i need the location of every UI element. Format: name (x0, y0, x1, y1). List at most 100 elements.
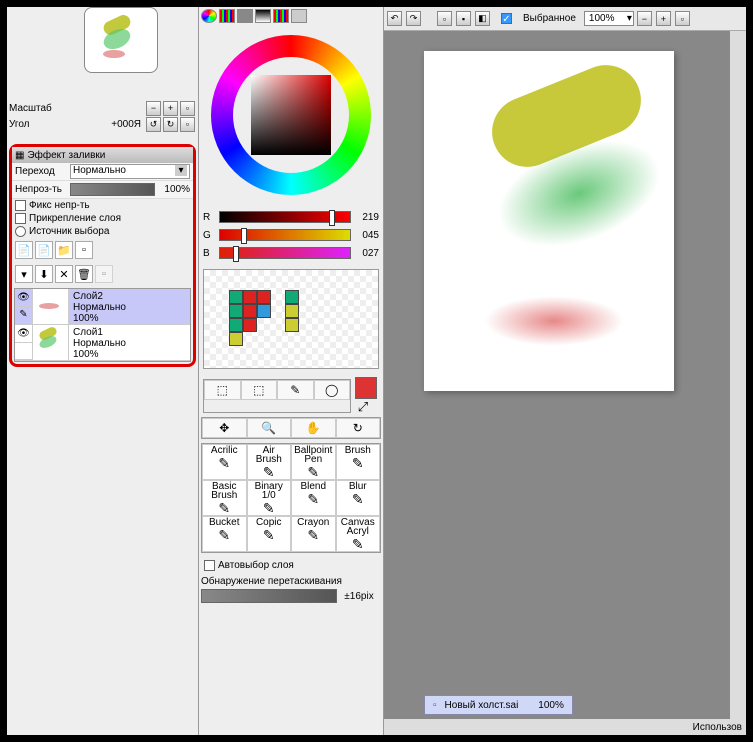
swatch[interactable] (243, 304, 257, 318)
deselect-btn[interactable]: ▫ (437, 11, 452, 26)
selected-label: Выбранное (523, 13, 576, 24)
selection-tool[interactable]: ⬚ (241, 380, 278, 400)
brush-preset[interactable]: Crayon✎ (291, 516, 336, 552)
swatch[interactable] (285, 290, 299, 304)
brush-preset[interactable]: Binary 1/0✎ (247, 480, 292, 516)
swatch[interactable] (243, 318, 257, 332)
new-layer-btn[interactable]: 📄 (15, 241, 33, 259)
swap-colors-icon[interactable]: ⤢ (355, 399, 371, 415)
navigator-thumbnail[interactable] (84, 7, 158, 73)
selection-tool[interactable]: ⬚ (204, 380, 241, 400)
swatch[interactable] (229, 304, 243, 318)
zoom-in-btn[interactable]: + (163, 101, 178, 116)
invert-sel-btn[interactable]: ▪ (456, 11, 471, 26)
swatch-mode-icon[interactable] (273, 9, 289, 23)
brush-preset[interactable]: Basic Brush✎ (202, 480, 247, 516)
visibility-icon[interactable]: 👁 (15, 325, 32, 343)
swatch[interactable] (271, 304, 285, 318)
g-slider[interactable] (219, 229, 351, 241)
merge-down-btn[interactable]: ⬇ (35, 265, 53, 283)
delete-layer-btn[interactable]: 🗑 (75, 265, 93, 283)
drag-detect-slider[interactable] (201, 589, 337, 603)
swatch[interactable] (257, 304, 271, 318)
swatch-panel[interactable] (203, 269, 379, 369)
zoom-select[interactable]: 100% (584, 11, 634, 26)
visibility-icon[interactable]: 👁 (15, 289, 32, 307)
brush-preset[interactable]: Bucket✎ (202, 516, 247, 552)
edit-icon[interactable]: ✎ (15, 307, 32, 325)
zoom-out-canvas-btn[interactable]: − (637, 11, 652, 26)
nav-tool[interactable]: ↻ (336, 418, 381, 438)
auto-select-checkbox[interactable] (204, 560, 215, 571)
b-slider[interactable] (219, 247, 351, 259)
swatch[interactable] (257, 290, 271, 304)
zoom-fit-btn[interactable]: ▫ (180, 101, 195, 116)
r-slider[interactable] (219, 211, 351, 223)
brush-preset[interactable]: Brush✎ (336, 444, 381, 480)
rotate-reset-btn[interactable]: ▫ (180, 117, 195, 132)
selection-source-radio[interactable] (15, 226, 26, 237)
swatch[interactable] (257, 332, 271, 346)
canvas-viewport[interactable]: ▫ Новый холст.sai 100% Использов (384, 31, 746, 735)
navigator: Масштаб − + ▫ Угол +000Я ↺ ↻ ▫ (7, 7, 198, 142)
nav-tool[interactable]: ✥ (202, 418, 247, 438)
swatch[interactable] (229, 318, 243, 332)
zoom-in-canvas-btn[interactable]: + (656, 11, 671, 26)
layer-mask-btn[interactable]: ▫ (75, 241, 93, 259)
brush-preset[interactable]: Canvas Acryl✎ (336, 516, 381, 552)
opacity-slider[interactable] (70, 183, 155, 196)
undo-btn[interactable]: ↶ (387, 11, 402, 26)
canvas[interactable] (424, 51, 674, 391)
swatch[interactable] (243, 290, 257, 304)
swatch[interactable] (257, 318, 271, 332)
selection-tool[interactable]: ✎ (277, 380, 314, 400)
brush-preset[interactable]: Blend✎ (291, 480, 336, 516)
swatch[interactable] (285, 332, 299, 346)
brush-preset[interactable]: Air Brush✎ (247, 444, 292, 480)
nav-tool[interactable]: ✋ (291, 418, 336, 438)
zoom-out-btn[interactable]: − (146, 101, 161, 116)
scratchpad-icon[interactable] (291, 9, 307, 23)
brush-preset[interactable]: Acrilic✎ (202, 444, 247, 480)
new-folder-btn[interactable]: 📁 (55, 241, 73, 259)
swatch[interactable] (271, 290, 285, 304)
layer-item[interactable]: 👁✎ Слой2 Нормально 100% (15, 289, 190, 325)
opacity-value: 100% (155, 184, 190, 195)
swatch[interactable] (271, 332, 285, 346)
v-scrollbar[interactable] (730, 31, 746, 719)
edit-icon[interactable] (15, 343, 32, 361)
brush-preset[interactable]: Blur✎ (336, 480, 381, 516)
wheel-mode-icon[interactable] (201, 9, 217, 23)
clip-layer-checkbox[interactable] (15, 213, 26, 224)
swatch[interactable] (271, 318, 285, 332)
swatch[interactable] (285, 318, 299, 332)
swatch[interactable] (285, 304, 299, 318)
layer-item[interactable]: 👁 Слой1 Нормально 100% (15, 325, 190, 361)
selection-tool[interactable]: ◯ (314, 380, 351, 400)
brush-preset[interactable]: Ballpoint Pen✎ (291, 444, 336, 480)
swatch[interactable] (243, 332, 257, 346)
color-wheel[interactable] (199, 25, 383, 205)
transfer-down-btn[interactable]: ▾ (15, 265, 33, 283)
selected-checkbox[interactable]: ✓ (501, 13, 512, 24)
gray-mode-icon[interactable] (255, 9, 271, 23)
zoom-fit-canvas-btn[interactable]: ▫ (675, 11, 690, 26)
redo-btn[interactable]: ↷ (406, 11, 421, 26)
rotate-cw-btn[interactable]: ↻ (163, 117, 178, 132)
rgb-mode-icon[interactable] (219, 9, 235, 23)
fg-color-swatch[interactable] (355, 377, 377, 399)
lock-opacity-checkbox[interactable] (15, 200, 26, 211)
rotate-ccw-btn[interactable]: ↺ (146, 117, 161, 132)
nav-tool[interactable]: 🔍 (247, 418, 292, 438)
swatch[interactable] (229, 290, 243, 304)
show-sel-btn[interactable]: ◧ (475, 11, 490, 26)
clear-layer-btn[interactable]: ✕ (55, 265, 73, 283)
brush-preset[interactable]: Copic✎ (247, 516, 292, 552)
flatten-btn[interactable]: ▫ (95, 265, 113, 283)
hsv-mode-icon[interactable] (237, 9, 253, 23)
new-linework-btn[interactable]: 📄 (35, 241, 53, 259)
blend-mode-select[interactable]: Нормально (70, 164, 190, 179)
swatch[interactable] (229, 332, 243, 346)
document-tab[interactable]: ▫ Новый холст.sai 100% (424, 695, 573, 715)
layer-thumbnail (33, 325, 69, 360)
